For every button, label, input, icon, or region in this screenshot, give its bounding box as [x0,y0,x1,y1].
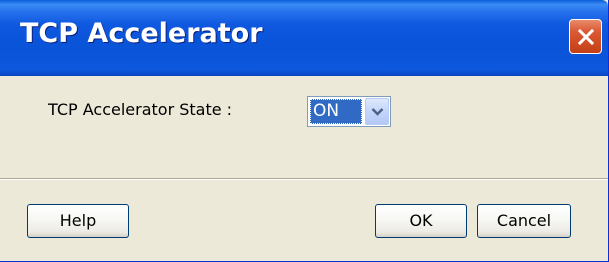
close-icon [577,28,595,46]
ok-button[interactable]: OK [375,204,467,238]
chevron-down-icon [371,108,384,116]
button-bar: Help OK Cancel [0,180,608,261]
title-bar[interactable]: TCP Accelerator [0,0,608,76]
help-button[interactable]: Help [27,204,129,238]
close-button[interactable] [569,19,602,54]
state-select-value[interactable]: ON [310,99,362,124]
tcp-accelerator-dialog: TCP Accelerator TCP Accelerator State : … [0,0,609,262]
cancel-button[interactable]: Cancel [477,204,571,238]
state-select-dropdown-button[interactable] [365,98,389,125]
dialog-content: TCP Accelerator State : ON [0,76,608,178]
state-label: TCP Accelerator State : [48,100,233,119]
window-title: TCP Accelerator [20,18,263,49]
state-select[interactable]: ON [307,96,391,127]
